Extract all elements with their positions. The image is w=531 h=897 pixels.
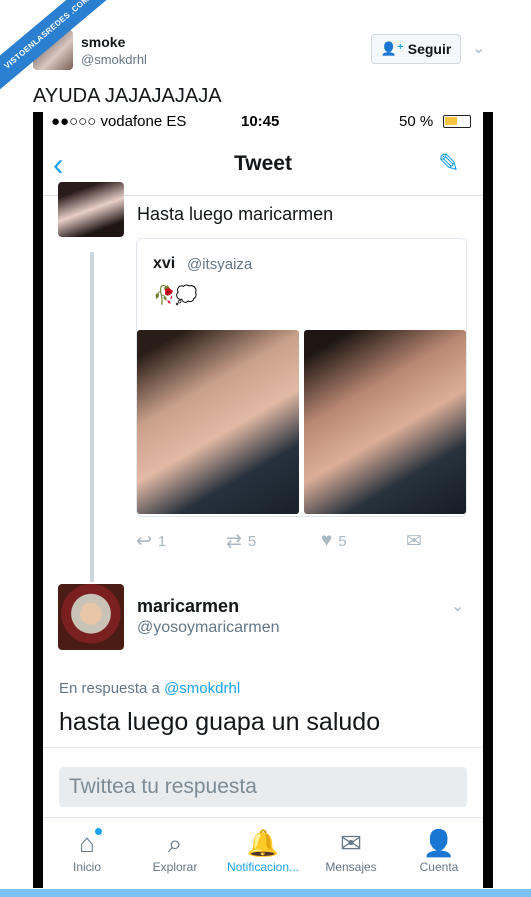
tab-cuenta[interactable]: 👤 Cuenta	[395, 826, 483, 874]
compose-icon[interactable]: ✎	[438, 148, 460, 179]
home-icon: ⌂	[79, 828, 95, 858]
add-user-icon: 👤⁺	[380, 41, 404, 56]
mention-link[interactable]: @smokdrhl	[164, 680, 240, 697]
retweet-icon: ⇄	[226, 531, 242, 552]
author-name[interactable]: smoke	[81, 34, 125, 50]
reply-count: 1	[157, 533, 167, 550]
battery-percent: 50 %	[399, 113, 434, 130]
author-handle[interactable]: @yosoymaricarmen	[137, 619, 280, 637]
reply-tweet-text: Hasta luego maricarmen	[137, 204, 334, 224]
quote-author-name: xvi	[153, 255, 176, 272]
notification-dot	[95, 828, 102, 835]
message-button[interactable]: ✉	[406, 530, 422, 553]
bell-icon: 🔔	[246, 828, 280, 858]
carrier-label: ●●○○○ vodafone ES	[51, 113, 187, 130]
tweet-text: AYUDA JAJAJAJAJA	[33, 85, 222, 107]
reply-bar	[43, 747, 483, 813]
chevron-down-icon[interactable]: ⌄	[451, 596, 464, 616]
tab-label: Explorar	[152, 860, 198, 874]
tab-notificaciones[interactable]: 🔔 Notificacion...	[219, 826, 307, 874]
clock: 10:45	[241, 113, 280, 130]
screenshot-frame: ●●○○○ vodafone ES 10:45 50 % ‹ Tweet ✎ H…	[33, 112, 493, 888]
retweet-button[interactable]: ⇄ 5	[226, 530, 256, 553]
quote-photo[interactable]	[137, 330, 299, 514]
tab-bar: ⌂ Inicio ⌕ Explorar 🔔 Notificacion... ✉ …	[43, 817, 483, 888]
page-title: Tweet	[234, 152, 292, 175]
quote-photo[interactable]	[304, 330, 466, 514]
author-name[interactable]: maricarmen	[137, 596, 239, 617]
tweet-embed: VISTOENLASREDES .COM smoke @smokdrhl 👤⁺ …	[0, 0, 531, 897]
battery-icon	[443, 115, 471, 128]
thread-line	[90, 252, 94, 582]
retweet-count: 5	[247, 533, 257, 550]
like-count: 5	[338, 532, 347, 550]
follow-button[interactable]: 👤⁺ Seguir	[371, 34, 461, 64]
quote-emojis: 🥀💭	[153, 285, 198, 305]
avatar[interactable]	[58, 584, 124, 650]
quoted-tweet[interactable]: xvi @itsyaiza 🥀💭	[136, 238, 467, 517]
tab-label: Mensajes	[325, 860, 377, 874]
reply-input[interactable]	[59, 767, 467, 807]
like-button[interactable]: ♥ 5	[321, 530, 347, 552]
chevron-down-icon[interactable]: ⌄	[472, 38, 485, 58]
person-icon: 👤	[422, 828, 456, 858]
heart-icon: ♥	[321, 530, 333, 551]
in-reply-prefix: En respuesta a	[59, 680, 160, 697]
tab-label: Notificacion...	[226, 860, 300, 874]
tab-label: Inicio	[72, 860, 101, 874]
status-bar: ●●○○○ vodafone ES 10:45 50 %	[43, 112, 483, 132]
follow-label: Seguir	[407, 41, 452, 57]
tab-explorar[interactable]: ⌕ Explorar	[131, 826, 219, 874]
tab-label: Cuenta	[419, 860, 459, 874]
reply-button[interactable]: ↩ 1	[136, 530, 166, 553]
phone-screen: ●●○○○ vodafone ES 10:45 50 % ‹ Tweet ✎ H…	[43, 112, 483, 888]
search-icon: ⌕	[167, 828, 183, 858]
main-tweet-text: hasta luego guapa un saludo	[59, 708, 381, 736]
tab-mensajes[interactable]: ✉ Mensajes	[307, 826, 395, 874]
in-reply-to: En respuesta a @smokdrhl	[59, 680, 240, 697]
quote-author-handle: @itsyaiza	[187, 256, 253, 273]
tab-inicio[interactable]: ⌂ Inicio	[43, 826, 131, 874]
tweet-actions: ↩ 1 ⇄ 5 ♥ 5 ✉	[136, 530, 466, 554]
reply-icon: ↩	[136, 531, 152, 552]
avatar[interactable]	[58, 182, 124, 237]
envelope-icon: ✉	[406, 531, 422, 552]
bottom-border	[0, 889, 531, 897]
author-handle[interactable]: @smokdrhl	[81, 52, 147, 67]
envelope-icon: ✉	[340, 828, 362, 858]
